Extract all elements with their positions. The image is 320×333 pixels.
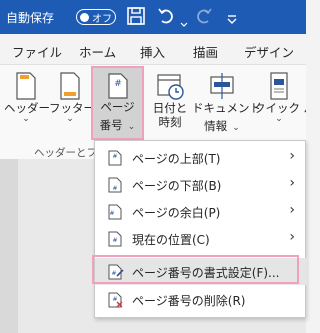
svg-text:#: # bbox=[112, 153, 117, 160]
menu-item-label: 現在の位置(C) bbox=[132, 233, 210, 247]
highlight-outline bbox=[92, 255, 299, 284]
date-time-label-2: 時刻 bbox=[158, 115, 182, 129]
autosave-state: オフ bbox=[92, 14, 112, 25]
page-bottom-icon: # bbox=[108, 177, 122, 197]
menu-item-label: ページの余白(P) bbox=[132, 206, 221, 220]
tab-design[interactable]: デザイン bbox=[244, 42, 294, 61]
current-position-icon: # bbox=[108, 231, 122, 251]
page-number-icon: # bbox=[107, 73, 128, 99]
date-time-button[interactable]: 日付と 時刻 bbox=[148, 65, 192, 139]
chevron-down-icon: ⌄ bbox=[127, 122, 136, 132]
document-info-label-2: 情報 bbox=[204, 119, 228, 133]
tab-insert[interactable]: 挿入 bbox=[140, 42, 165, 61]
tab-file[interactable]: ファイル bbox=[12, 42, 62, 61]
page-number-label-2: 番号 bbox=[99, 118, 123, 132]
chevron-right-icon: › bbox=[289, 175, 295, 191]
quick-parts-label: クイック パー bbox=[254, 101, 306, 115]
svg-text:#: # bbox=[112, 185, 117, 192]
customize-quick-access-icon[interactable] bbox=[226, 10, 238, 29]
calendar-clock-icon bbox=[157, 74, 184, 100]
svg-text:#: # bbox=[112, 296, 117, 303]
date-time-label-1: 日付と bbox=[152, 101, 188, 115]
page-number-button[interactable]: # ページ 番号 ⌄ bbox=[91, 66, 144, 140]
menu-item-page-margins[interactable]: # ページの余白(P) › bbox=[95, 198, 307, 225]
remove-page-number-icon: # bbox=[108, 292, 124, 312]
chevron-down-icon: ⌄ bbox=[275, 114, 283, 124]
header-label: ヘッダー bbox=[4, 101, 50, 115]
page-margin-icon: # bbox=[108, 204, 122, 224]
document-info-label-1: ドキュメント bbox=[192, 101, 261, 115]
save-icon[interactable] bbox=[126, 6, 146, 30]
redo-icon[interactable] bbox=[194, 6, 214, 30]
quick-parts-icon bbox=[270, 72, 288, 100]
document-info-icon bbox=[210, 73, 234, 99]
page-number-menu: # ページの上部(T) › # ページの下部(B) › # ページの余白(P) … bbox=[94, 140, 307, 318]
tab-draw[interactable]: 描画 bbox=[193, 42, 218, 61]
svg-text:#: # bbox=[114, 79, 122, 89]
chevron-right-icon: › bbox=[289, 229, 295, 245]
ribbon-tabs: ファイル ホーム 挿入 描画 デザイン bbox=[0, 34, 306, 64]
footer-icon bbox=[60, 72, 80, 100]
menu-item-top-of-page[interactable]: # ページの上部(T) › bbox=[95, 144, 307, 171]
menu-item-label: ページ番号の削除(R) bbox=[132, 294, 246, 308]
footer-button[interactable]: フッター ⌄ bbox=[49, 65, 95, 139]
undo-icon[interactable] bbox=[156, 6, 176, 30]
footer-label: フッター bbox=[49, 101, 95, 115]
chevron-down-icon: ⌄ bbox=[66, 114, 74, 124]
undo-dropdown-icon[interactable] bbox=[180, 13, 188, 32]
autosave-label: 自動保存 bbox=[6, 11, 55, 25]
document-margin bbox=[0, 159, 18, 333]
menu-item-bottom-of-page[interactable]: # ページの下部(B) › bbox=[95, 171, 307, 198]
page-top-icon: # bbox=[108, 150, 122, 170]
page-number-label-1: ページ bbox=[100, 100, 135, 114]
menu-item-current-position[interactable]: # 現在の位置(C) › bbox=[95, 225, 307, 252]
chevron-right-icon: › bbox=[289, 148, 295, 164]
chevron-down-icon: ⌄ bbox=[22, 114, 30, 124]
chevron-right-icon: › bbox=[289, 202, 295, 218]
autosave-toggle[interactable]: オフ bbox=[76, 9, 116, 25]
tab-home[interactable]: ホーム bbox=[79, 42, 116, 61]
header-icon bbox=[16, 72, 36, 100]
menu-item-remove-page-numbers[interactable]: # ページ番号の削除(R) bbox=[95, 286, 307, 313]
menu-item-label: ページの下部(B) bbox=[132, 179, 222, 193]
header-button[interactable]: ヘッダー ⌄ bbox=[4, 65, 50, 139]
svg-text:#: # bbox=[112, 237, 117, 244]
chevron-down-icon: ⌄ bbox=[232, 123, 240, 133]
svg-text:#: # bbox=[109, 210, 114, 217]
toggle-knob bbox=[80, 12, 89, 22]
menu-item-label: ページの上部(T) bbox=[132, 152, 221, 166]
document-info-button[interactable]: ドキュメント 情報 ⌄ bbox=[192, 65, 261, 139]
quick-parts-button[interactable]: クイック パー ⌄ bbox=[252, 65, 306, 139]
title-bar: 自動保存 オフ bbox=[0, 0, 306, 34]
